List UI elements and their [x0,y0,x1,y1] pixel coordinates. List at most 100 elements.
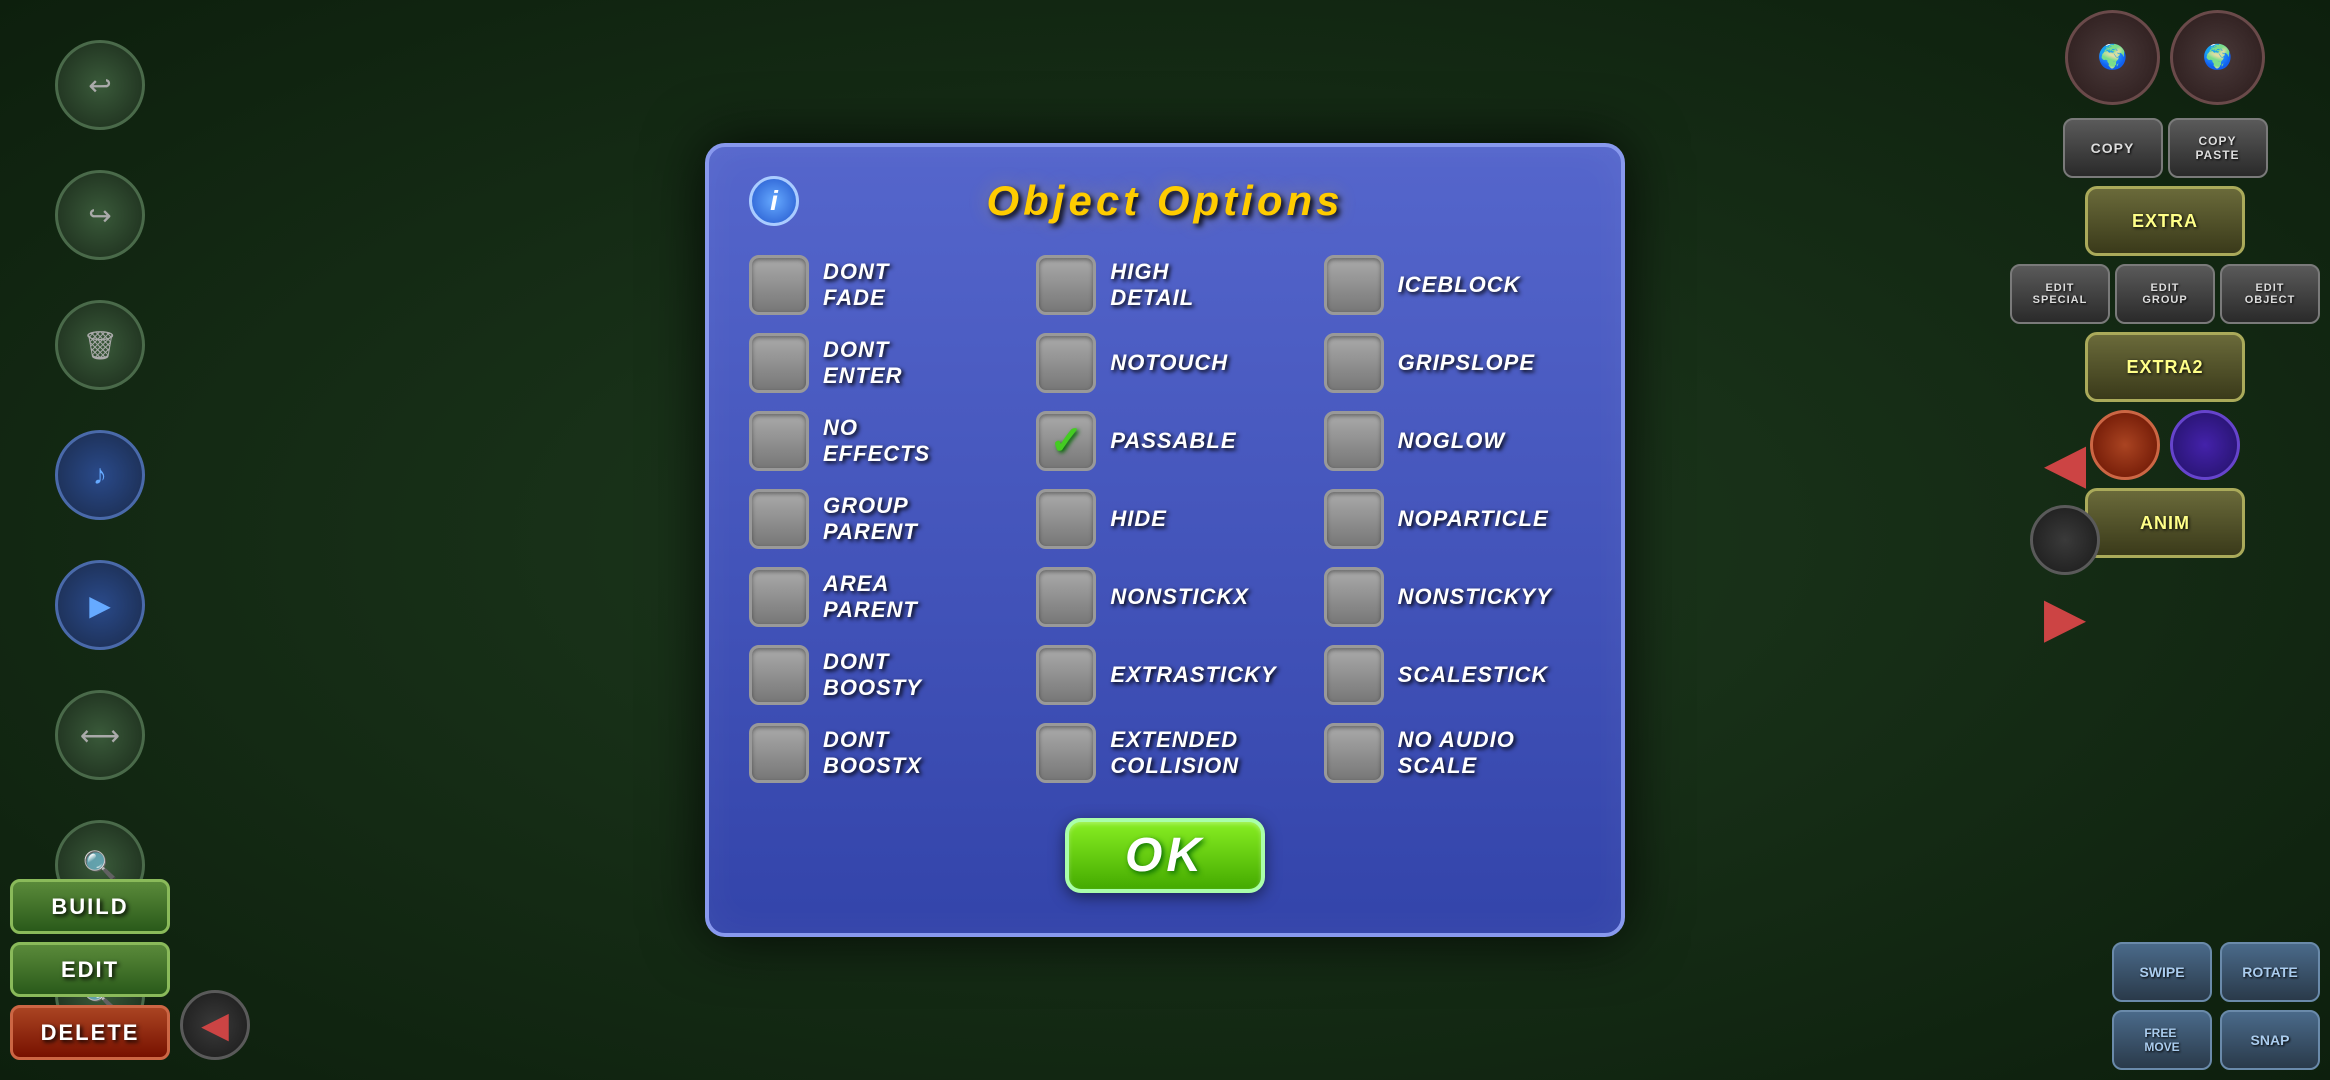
extra-button[interactable]: EXTRA [2085,186,2245,256]
option-passable[interactable]: ✓ Passable [1036,411,1293,471]
label-hide: Hide [1110,506,1167,532]
snap-button[interactable]: SNAP [2220,1010,2320,1070]
color-1-button[interactable] [2090,410,2160,480]
checkbox-no-effects[interactable] [749,411,809,471]
modal-title: Object Options [749,177,1581,225]
option-iceblock[interactable]: IceBlock [1324,255,1581,315]
label-noparticle: NoParticle [1398,506,1549,532]
checkbox-extended-collision[interactable] [1036,723,1096,783]
label-group-parent: GroupParent [823,493,918,546]
label-iceblock: IceBlock [1398,272,1521,298]
checkbox-notouch[interactable] [1036,333,1096,393]
label-area-parent: AreaParent [823,571,918,624]
swipe-button[interactable]: SWIPE [2112,942,2212,1002]
label-scalestick: ScaleStick [1398,662,1549,688]
checkbox-noparticle[interactable] [1324,489,1384,549]
label-noglow: NoGlow [1398,428,1505,454]
copy-buttons-group: COPY COPYPASTE [2063,118,2268,178]
option-dont-boostx[interactable]: DontBoostX [749,723,1006,783]
object-options-modal: i Object Options DontFade HighDetail Ice… [705,143,1625,937]
edit-tab[interactable]: EDIT [10,942,170,997]
option-gripslope[interactable]: GripSlope [1324,333,1581,393]
ok-button[interactable]: OK [1065,818,1265,893]
option-area-parent[interactable]: AreaParent [749,567,1006,627]
edit-object-button[interactable]: EDITOBJECT [2220,264,2320,324]
option-dont-fade[interactable]: DontFade [749,255,1006,315]
option-nonstickx[interactable]: NonStickX [1036,567,1293,627]
rotate-button[interactable]: ROTATE [2220,942,2320,1002]
info-icon: i [770,185,778,217]
anim-button[interactable]: ANIM [2085,488,2245,558]
label-no-audio-scale: No AudioScale [1398,727,1515,780]
label-dont-enter: DontEnter [823,337,903,390]
checkbox-noglow[interactable] [1324,411,1384,471]
checkbox-nonsticky[interactable] [1324,567,1384,627]
edit-buttons-group: EDITSPECIAL EDITGROUP EDITOBJECT [2010,264,2320,324]
option-no-audio-scale[interactable]: No AudioScale [1324,723,1581,783]
delete-tab[interactable]: DELETE [10,1005,170,1060]
label-nonstickx: NonStickX [1110,584,1249,610]
label-gripslope: GripSlope [1398,350,1535,376]
build-tab[interactable]: BUILD [10,879,170,934]
center-left-arrow[interactable]: ◀ [2044,431,2086,495]
right-circle-1[interactable]: 🌍 [2065,10,2160,105]
edit-group-button[interactable]: EDITGROUP [2115,264,2215,324]
left-arrow-button[interactable]: ◀ [180,990,250,1060]
option-scalestick[interactable]: ScaleStick [1324,645,1581,705]
center-right-controls: ◀ ▶ [2030,431,2100,649]
checkbox-iceblock[interactable] [1324,255,1384,315]
option-hide[interactable]: Hide [1036,489,1293,549]
extra2-button[interactable]: EXTRA2 [2085,332,2245,402]
checkbox-nonstickx[interactable] [1036,567,1096,627]
option-dont-enter[interactable]: DontEnter [749,333,1006,393]
copy-button[interactable]: COPY [2063,118,2163,178]
option-extrasticky[interactable]: ExtraSticky [1036,645,1293,705]
delete-button[interactable]: 🗑 [55,300,145,390]
checkbox-dont-enter[interactable] [749,333,809,393]
redo-button[interactable]: ↪ [55,170,145,260]
checkbox-dont-boostx[interactable] [749,723,809,783]
right-circle-2[interactable]: 🌍 [2170,10,2265,105]
link-button[interactable]: ⟷ [55,690,145,780]
copy-paste-button[interactable]: COPYPASTE [2168,118,2268,178]
option-high-detail[interactable]: HighDetail [1036,255,1293,315]
checkbox-hide[interactable] [1036,489,1096,549]
edit-special-button[interactable]: EDITSPECIAL [2010,264,2110,324]
center-right-arrow[interactable]: ▶ [2044,585,2086,649]
option-noparticle[interactable]: NoParticle [1324,489,1581,549]
bottom-left-tabs: BUILD EDIT DELETE [10,879,170,1060]
swipe-rotate-row: SWIPE ROTATE [2112,942,2320,1002]
option-dont-boosty[interactable]: DontBoostY [749,645,1006,705]
center-circle-btn[interactable] [2030,505,2100,575]
color-2-button[interactable] [2170,410,2240,480]
option-nonsticky[interactable]: NonStickyY [1324,567,1581,627]
label-dont-fade: DontFade [823,259,889,312]
label-dont-boostx: DontBoostX [823,727,922,780]
checkbox-high-detail[interactable] [1036,255,1096,315]
checkbox-gripslope[interactable] [1324,333,1384,393]
checkbox-dont-fade[interactable] [749,255,809,315]
label-passable: Passable [1110,428,1236,454]
checkbox-dont-boosty[interactable] [749,645,809,705]
checkbox-passable[interactable]: ✓ [1036,411,1096,471]
label-high-detail: HighDetail [1110,259,1194,312]
label-dont-boosty: DontBoostY [823,649,922,702]
checkbox-group-parent[interactable] [749,489,809,549]
free-move-button[interactable]: FREEMOVE [2112,1010,2212,1070]
option-no-effects[interactable]: NoEffects [749,411,1006,471]
checkbox-no-audio-scale[interactable] [1324,723,1384,783]
option-noglow[interactable]: NoGlow [1324,411,1581,471]
checkbox-scalestick[interactable] [1324,645,1384,705]
option-notouch[interactable]: NoTouch [1036,333,1293,393]
label-notouch: NoTouch [1110,350,1228,376]
options-grid: DontFade HighDetail IceBlock DontEnter N… [749,255,1581,783]
undo-button[interactable]: ↩ [55,40,145,130]
checkbox-area-parent[interactable] [749,567,809,627]
option-group-parent[interactable]: GroupParent [749,489,1006,549]
music-button[interactable]: ♪ [55,430,145,520]
option-extended-collision[interactable]: ExtendedCollision [1036,723,1293,783]
ok-btn-container: OK [749,818,1581,893]
info-button[interactable]: i [749,176,799,226]
play-button[interactable]: ▶ [55,560,145,650]
checkbox-extrasticky[interactable] [1036,645,1096,705]
